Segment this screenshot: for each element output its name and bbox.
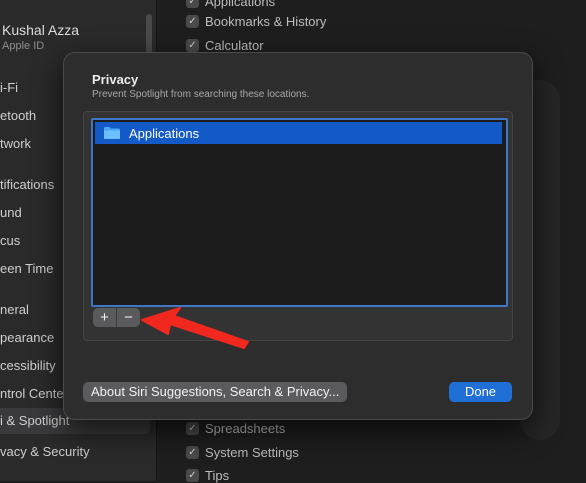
checkmark-icon[interactable]: ✓ bbox=[186, 422, 199, 435]
sidebar-item-appearance[interactable]: pearance bbox=[0, 330, 54, 345]
checkbox-label: System Settings bbox=[205, 445, 299, 460]
list-item-label: Applications bbox=[129, 125, 200, 141]
checkbox-label: Bookmarks & History bbox=[205, 14, 327, 29]
checkmark-icon[interactable]: ✓ bbox=[186, 446, 199, 459]
sidebar-item-sound[interactable]: und bbox=[0, 205, 22, 220]
apple-id-account[interactable]: Kushal Azza Apple ID bbox=[2, 22, 79, 52]
add-button[interactable]: + bbox=[93, 308, 116, 327]
checkbox-row[interactable]: ✓ Spreadsheets bbox=[186, 421, 285, 436]
sidebar-item-control-center[interactable]: ntrol Cente bbox=[0, 386, 64, 401]
add-remove-control: + − bbox=[93, 308, 140, 327]
checkmark-icon[interactable]: ✓ bbox=[186, 15, 199, 28]
checkbox-row[interactable]: ✓ Bookmarks & History bbox=[186, 14, 326, 29]
checkbox-label: Spreadsheets bbox=[205, 421, 286, 436]
sheet-subtitle: Prevent Spotlight from searching these l… bbox=[92, 89, 310, 100]
sidebar-item-notifications[interactable]: tifications bbox=[0, 177, 54, 192]
sidebar-item-screen-time[interactable]: een Time bbox=[0, 261, 53, 276]
remove-button[interactable]: − bbox=[117, 308, 140, 327]
checkbox-label: Calculator bbox=[205, 38, 264, 53]
checkmark-icon[interactable]: ✓ bbox=[186, 39, 199, 52]
sidebar-item-accessibility[interactable]: cessibility bbox=[0, 358, 56, 373]
sheet-title: Privacy bbox=[92, 72, 139, 87]
sidebar-item-focus[interactable]: cus bbox=[0, 233, 20, 248]
annotation-arrow-icon bbox=[141, 307, 249, 349]
sidebar-item-network[interactable]: twork bbox=[0, 136, 31, 151]
excluded-locations-list[interactable]: Applications bbox=[91, 118, 508, 307]
account-subtitle: Apple ID bbox=[2, 40, 45, 52]
privacy-sheet: Privacy Prevent Spotlight from searching… bbox=[63, 52, 533, 420]
checkbox-row[interactable]: ✓ System Settings bbox=[186, 445, 299, 460]
sidebar-item-wifi[interactable]: i-Fi bbox=[0, 80, 18, 95]
done-button[interactable]: Done bbox=[449, 382, 512, 402]
checkbox-row[interactable]: ✓ Calculator bbox=[186, 38, 264, 53]
folder-icon bbox=[104, 127, 120, 139]
checkbox-row[interactable]: ✓ Applications bbox=[186, 0, 275, 9]
checkmark-icon[interactable]: ✓ bbox=[186, 469, 199, 482]
checkmark-icon[interactable]: ✓ bbox=[186, 0, 199, 8]
sidebar-item-general[interactable]: neral bbox=[0, 302, 29, 317]
list-item[interactable]: Applications bbox=[95, 122, 502, 144]
about-siri-suggestions-button[interactable]: About Siri Suggestions, Search & Privacy… bbox=[83, 382, 348, 402]
sidebar-item-privacy-security[interactable]: vacy & Security bbox=[0, 444, 90, 459]
sidebar-item-bluetooth[interactable]: etooth bbox=[0, 108, 36, 123]
account-name: Kushal Azza bbox=[2, 22, 80, 38]
checkbox-label: Applications bbox=[205, 0, 276, 9]
